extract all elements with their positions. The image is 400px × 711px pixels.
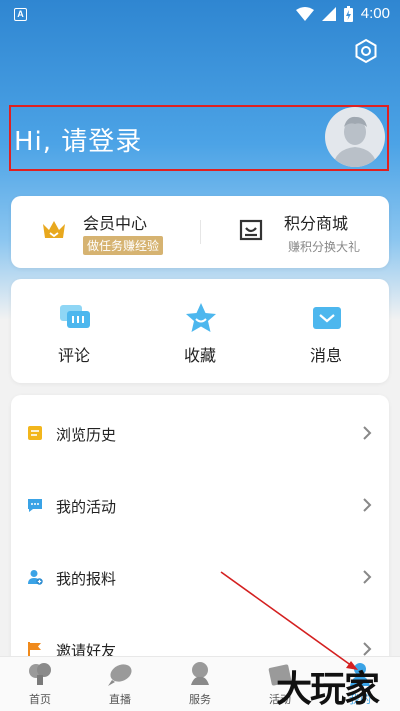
member-center-title: 会员中心	[83, 214, 148, 233]
membership-card: 会员中心 做任务赚经验 积分商城 赚积分换大礼	[11, 196, 389, 268]
status-bar: A 4:00	[0, 0, 400, 30]
wifi-icon	[295, 6, 314, 21]
tab-live[interactable]: 直播	[80, 657, 160, 711]
avatar[interactable]	[325, 107, 385, 167]
login-prompt[interactable]: Hi, 请登录	[14, 121, 142, 158]
menu-item-history[interactable]: 浏览历史	[11, 397, 389, 469]
app-notification-icon: A	[14, 8, 27, 21]
menu-item-activity[interactable]: 我的活动	[11, 469, 389, 541]
tab-label: 服务	[189, 693, 211, 706]
star-icon	[186, 303, 216, 332]
crown-icon	[43, 221, 65, 238]
comment-icon	[60, 305, 90, 328]
comment-label: 评论	[57, 346, 90, 365]
avatar-placeholder-icon	[333, 116, 377, 167]
chevron-right-icon	[363, 570, 372, 584]
message-icon	[313, 307, 341, 329]
tab-label: 首页	[29, 693, 51, 706]
member-center-subtitle: 做任务赚经验	[83, 236, 164, 255]
message-button[interactable]: 消息	[263, 279, 389, 383]
member-center-button[interactable]: 会员中心 做任务赚经验	[11, 196, 200, 268]
favorite-button[interactable]: 收藏	[137, 279, 263, 383]
tab-home[interactable]: 首页	[0, 657, 80, 711]
menu-list: 浏览历史 我的活动 我的报料 邀请好友	[11, 395, 389, 695]
menu-item-report[interactable]: 我的报料	[11, 541, 389, 613]
activity-icon	[28, 499, 42, 512]
signal-icon	[321, 6, 336, 21]
flag-icon	[28, 642, 41, 656]
tab-label: 直播	[109, 693, 131, 706]
battery-icon	[343, 5, 353, 22]
quick-actions-card: 评论 收藏 消息	[11, 279, 389, 383]
menu-item-label: 我的活动	[56, 498, 117, 516]
settings-icon[interactable]	[352, 37, 380, 65]
status-time: 4:00	[360, 5, 390, 22]
chevron-right-icon	[363, 642, 372, 656]
points-mall-title: 积分商城	[284, 214, 349, 233]
favorite-label: 收藏	[183, 346, 216, 365]
chevron-right-icon	[363, 498, 372, 512]
message-label: 消息	[309, 346, 342, 365]
tab-service[interactable]: 服务	[160, 657, 240, 711]
service-icon	[191, 662, 209, 685]
watermark-logo: 大玩家	[276, 669, 380, 710]
live-icon	[108, 664, 132, 686]
report-icon	[28, 570, 43, 585]
points-mall-subtitle: 赚积分换大礼	[288, 240, 361, 254]
menu-item-label: 我的报料	[56, 570, 117, 588]
login-area[interactable]: Hi, 请登录	[9, 105, 389, 171]
comment-button[interactable]: 评论	[11, 279, 137, 383]
menu-item-label: 浏览历史	[56, 426, 117, 444]
chevron-right-icon	[363, 426, 372, 440]
mall-icon	[239, 219, 263, 241]
home-icon	[29, 663, 51, 685]
history-icon	[28, 426, 42, 440]
points-mall-button[interactable]: 积分商城 赚积分换大礼	[200, 196, 389, 268]
